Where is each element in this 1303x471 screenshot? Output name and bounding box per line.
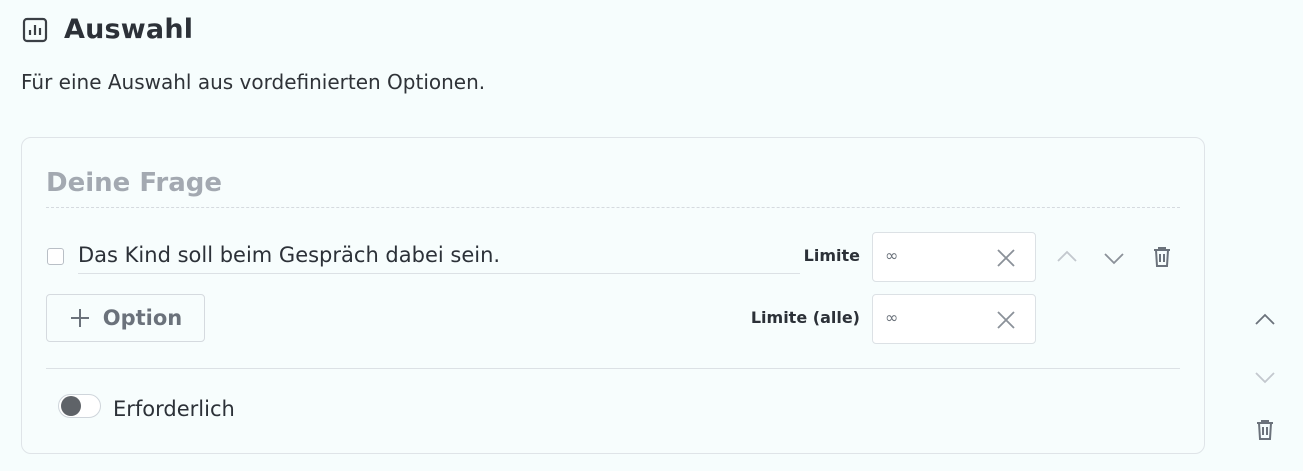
move-question-up-icon[interactable] [1253, 308, 1277, 332]
card-divider [46, 368, 1180, 369]
option-limit-input[interactable]: ∞ [872, 232, 1036, 282]
option-limit-label: Limite [803, 246, 860, 265]
option-limit-value: ∞ [885, 246, 899, 265]
section-description: Für eine Auswahl aus vordefinierten Opti… [21, 70, 486, 94]
delete-question-icon[interactable] [1253, 418, 1277, 442]
option-checkbox[interactable] [47, 248, 64, 265]
bar-chart-icon [22, 17, 48, 43]
limit-all-label: Limite (alle) [750, 308, 860, 327]
clear-icon[interactable] [995, 309, 1017, 331]
question-card: Deine Frage Das Kind soll beim Gespräch … [21, 137, 1205, 454]
clear-icon[interactable] [995, 247, 1017, 269]
limit-all-value: ∞ [885, 308, 899, 327]
move-option-up-icon[interactable] [1055, 245, 1079, 269]
section-header: Auswahl [22, 14, 193, 45]
add-option-label: Option [102, 306, 183, 330]
delete-option-icon[interactable] [1150, 245, 1174, 269]
move-option-down-icon[interactable] [1102, 246, 1126, 270]
required-toggle[interactable] [58, 394, 101, 418]
move-question-down-icon[interactable] [1253, 365, 1277, 389]
required-label: Erforderlich [113, 397, 235, 421]
plus-icon [69, 307, 91, 329]
section-title: Auswahl [64, 14, 194, 45]
question-underline [46, 207, 1180, 208]
limit-all-input[interactable]: ∞ [872, 294, 1036, 344]
add-option-button[interactable]: Option [46, 294, 205, 342]
toggle-knob [61, 396, 81, 416]
question-input[interactable]: Deine Frage [46, 168, 1180, 198]
option-text-input[interactable]: Das Kind soll beim Gespräch dabei sein. [78, 242, 800, 274]
